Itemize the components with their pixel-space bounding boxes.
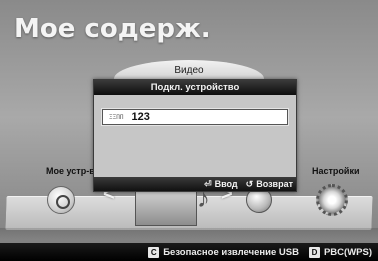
dialog-footer: ⏎ Ввод ↺ Возврат xyxy=(94,177,296,191)
input-value: 123 xyxy=(131,111,150,123)
return-label: Возврат xyxy=(256,179,293,189)
return-icon: ↺ xyxy=(245,178,254,189)
tab-video-label: Видео xyxy=(174,65,204,76)
menu-item-my-device-label: Мое устр-во xyxy=(46,166,101,176)
enter-icon: ⏎ xyxy=(204,178,212,189)
safe-remove-usb-label: Безопасное извлечение USB xyxy=(163,246,299,258)
shelf-shadow xyxy=(0,228,378,240)
device-name-input[interactable]: ΞΞΠΠ 123 xyxy=(102,109,288,125)
bottom-bar: C Безопасное извлечение USB D PBC(WPS) xyxy=(0,243,378,261)
dialog-header: Подкл. устройство xyxy=(94,80,296,95)
media-box-icon xyxy=(135,186,197,226)
disc-icon[interactable] xyxy=(47,186,75,214)
c-key-icon: C xyxy=(148,246,160,258)
settings-label: Настройки xyxy=(312,166,360,176)
gear-icon[interactable] xyxy=(316,184,348,216)
d-key-icon: D xyxy=(308,246,320,258)
pbc-wps-label: PBC(WPS) xyxy=(323,246,372,258)
dialog-body: ΞΞΠΠ 123 xyxy=(94,95,296,177)
return-button[interactable]: ↺ Возврат xyxy=(246,179,293,190)
enter-label: Ввод xyxy=(214,179,238,189)
input-tag: ΞΞΠΠ xyxy=(109,113,124,121)
safe-remove-usb-button[interactable]: C Безопасное извлечение USB xyxy=(148,246,299,258)
pbc-wps-button[interactable]: D PBC(WPS) xyxy=(308,246,372,258)
enter-button[interactable]: ⏎ Ввод xyxy=(204,179,238,190)
page-title: Мое содерж. xyxy=(14,14,211,44)
connect-device-dialog: Подкл. устройство ΞΞΠΠ 123 ⏎ Ввод ↺ Возв… xyxy=(93,79,297,192)
